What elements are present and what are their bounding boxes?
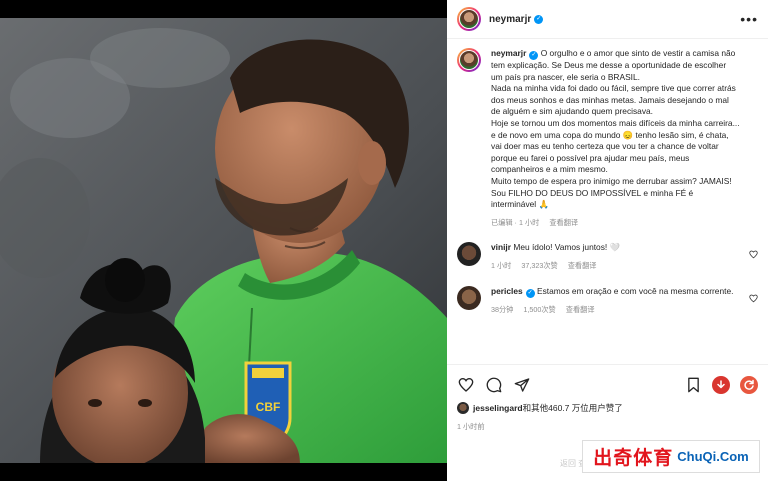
likes-user[interactable]: jesselingard	[473, 403, 523, 413]
comment-username[interactable]: vinijr	[491, 242, 511, 252]
likes-text: 和其他460.7 万位用户赞了	[522, 403, 623, 413]
comment: vinijr Meu ídolo! Vamos juntos! 🤍 1 小时 3…	[457, 242, 758, 271]
watermark-cn: 出奇体育	[593, 447, 674, 469]
likes-summary[interactable]: jesselingard 和其他460.7 万位用户赞了	[457, 402, 623, 414]
caption-edited: 已编辑 · 1 小时	[491, 217, 540, 227]
refresh-icon	[744, 379, 754, 390]
share-button[interactable]	[513, 376, 531, 394]
comment-meta: 38分钟 1,500次赞 查看翻译	[491, 304, 740, 316]
verified-icon: ✓	[525, 288, 535, 298]
comment-text: Meu ídolo! Vamos juntos! 🤍	[513, 242, 620, 253]
svg-text:CBF: CBF	[256, 400, 281, 414]
watermark-en: ChuQi.Com	[677, 449, 749, 464]
caption-username[interactable]: neymarjr	[491, 48, 526, 58]
download-button[interactable]	[712, 375, 730, 394]
avatar[interactable]	[457, 7, 481, 31]
post-timestamp: 1 小时前	[457, 422, 485, 431]
download-icon	[717, 379, 725, 388]
verified-icon: ✓	[534, 14, 544, 24]
comment-time: 1 小时	[491, 260, 512, 270]
action-bar-right	[684, 375, 758, 394]
comments-section: neymarjr ✓ O orgulho e o amor que sinto d…	[447, 40, 768, 364]
caption: neymarjr ✓ O orgulho e o amor que sinto d…	[457, 48, 758, 228]
comment-username[interactable]: pericles	[491, 286, 523, 296]
action-bar	[447, 364, 768, 404]
comment: pericles ✓ Estamos em oração e com você n…	[457, 285, 758, 316]
comment-text: Estamos em oração e com você na mesma co…	[537, 285, 734, 296]
heart-icon	[458, 377, 474, 392]
caption-body: neymarjr ✓ O orgulho e o amor que sinto d…	[491, 48, 758, 228]
comment-icon	[486, 377, 502, 392]
caption-meta: 已编辑 · 1 小时 查看翻译	[491, 217, 740, 229]
comment-meta: 1 小时 37,323次赞 查看翻译	[491, 260, 740, 272]
post-modal: CBF neymarjr ✓ ••• neymarjr ✓ O orgulho …	[0, 0, 768, 481]
heart-icon[interactable]	[749, 294, 758, 303]
heart-icon[interactable]	[749, 250, 758, 259]
post-header: neymarjr ✓ •••	[447, 0, 768, 39]
bookmark-icon	[687, 377, 699, 392]
comment-likes[interactable]: 37,323次赞	[521, 260, 557, 272]
verified-icon: ✓	[529, 51, 539, 60]
refresh-button[interactable]	[740, 375, 758, 394]
avatar	[457, 402, 469, 414]
translate-button[interactable]: 查看翻译	[549, 217, 578, 229]
post-photo[interactable]: CBF	[0, 18, 447, 463]
comment-likes[interactable]: 1,500次赞	[523, 304, 555, 316]
share-icon	[514, 377, 530, 392]
comment-body: pericles ✓ Estamos em oração e com você n…	[491, 286, 758, 316]
comment-avatar[interactable]	[457, 242, 481, 267]
comment-body: vinijr Meu ídolo! Vamos juntos! 🤍 1 小时 3…	[491, 242, 758, 271]
caption-avatar[interactable]	[457, 48, 481, 72]
side-panel: neymarjr ✓ ••• neymarjr ✓ O orgulho e o a…	[447, 0, 768, 481]
like-button[interactable]	[457, 376, 475, 394]
caption-text: O orgulho e o amor que sinto de vestir a…	[491, 48, 740, 210]
more-icon[interactable]: •••	[740, 11, 758, 27]
comment-button[interactable]	[485, 376, 503, 394]
header-username[interactable]: neymarjr	[489, 14, 531, 25]
save-button[interactable]	[684, 376, 702, 394]
comment-time: 38分钟	[491, 304, 514, 314]
translate-button[interactable]: 查看翻译	[568, 260, 597, 272]
translate-button[interactable]: 查看翻译	[566, 304, 595, 316]
watermark-logo: 出奇体育 ChuQi.Com	[582, 440, 760, 473]
photo-illustration: CBF	[0, 18, 447, 463]
comment-avatar[interactable]	[457, 285, 481, 310]
